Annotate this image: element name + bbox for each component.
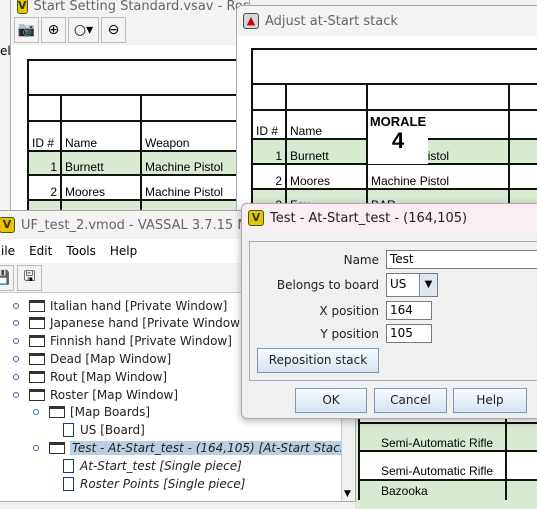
scroll-down-icon[interactable]: ▼ xyxy=(344,489,351,499)
header-id: ID # xyxy=(27,120,62,152)
file-icon xyxy=(63,476,74,491)
tree-item[interactable]: Roster [Map Window] xyxy=(13,386,178,403)
morale-label: MORALE xyxy=(369,114,427,129)
roster-window: V Start Setting Standard.vsav - Roster 📷… xyxy=(10,0,250,224)
name-input[interactable]: Test xyxy=(386,250,537,269)
menu-file[interactable]: ile xyxy=(1,244,15,258)
expand-handle-icon[interactable] xyxy=(13,338,19,345)
table-row: Semi-Automatic Rifle xyxy=(355,422,537,452)
save-as-icon[interactable]: 🖫 xyxy=(17,265,42,291)
tree-item[interactable]: US [Board] xyxy=(63,422,145,439)
tree-item[interactable]: Rout [Map Window] xyxy=(13,368,167,385)
expand-handle-icon[interactable] xyxy=(13,355,19,362)
expand-handle-icon[interactable] xyxy=(13,373,19,380)
behind-table: Semi-Automatic Rifle Semi-Automatic Rifl… xyxy=(355,415,537,509)
at-start-dialog: V Test - At-Start_test - (164,105) Name … xyxy=(241,203,537,419)
vassal-icon: V xyxy=(0,217,15,233)
tree-item[interactable]: [Map Boards] xyxy=(33,404,150,421)
chevron-down-icon[interactable]: ▼ xyxy=(419,274,437,296)
tree-item[interactable]: Finnish hand [Private Window] xyxy=(13,333,232,350)
dialog-title-bar: V Test - At-Start_test - (164,105) xyxy=(242,204,537,232)
reposition-stack-button[interactable]: Reposition stack xyxy=(257,348,379,373)
save-icon[interactable]: 💾 xyxy=(0,265,14,291)
table-row: 1BurnettMachine Pistol xyxy=(27,150,249,176)
folder-icon xyxy=(29,317,45,330)
window-title: Start Setting Standard.vsav - Roster xyxy=(33,0,250,14)
table-row: Bazooka xyxy=(355,479,537,509)
vassal-icon: V xyxy=(17,0,28,14)
tree-item-label: US [Board] xyxy=(80,423,145,438)
tree-item[interactable]: Japanese hand [Private Window] xyxy=(13,315,245,332)
table-row: 2 Moores Machine Pistol xyxy=(27,174,249,201)
y-position-input[interactable]: 105 xyxy=(386,324,432,343)
folder-icon xyxy=(49,441,65,454)
tree-item[interactable]: Roster Points [Single piece] xyxy=(63,475,245,492)
folder-icon xyxy=(29,388,45,401)
folder-icon xyxy=(29,335,45,348)
dialog-title: Test - At-Start_test - (164,105) xyxy=(270,210,468,226)
tree-item[interactable]: Test - At-Start_test - (164,105) [At-Sta… xyxy=(33,439,354,456)
cancel-button[interactable]: Cancel xyxy=(374,388,447,413)
expand-handle-icon[interactable] xyxy=(13,320,19,327)
header-weapon: Weapon xyxy=(140,120,249,152)
y-position-label: Y position xyxy=(320,327,379,341)
tree-item-label: Roster Points [Single piece] xyxy=(80,476,246,491)
tree-item[interactable]: Dead [Map Window] xyxy=(13,350,171,367)
x-position-input[interactable]: 164 xyxy=(386,301,432,320)
tree-item-label: Dead [Map Window] xyxy=(50,351,172,366)
expand-handle-icon[interactable] xyxy=(13,391,19,398)
name-label: Name xyxy=(343,253,379,267)
tree-item-label: Japanese hand [Private Window] xyxy=(50,316,245,331)
tree-item[interactable]: At-Start_test [Single piece] xyxy=(63,457,242,474)
help-button[interactable]: Help xyxy=(453,388,527,413)
adjust-stack-window: ▲ Adjust at-Start stack ID #NameR 1Burne… xyxy=(236,5,537,235)
expand-handle-icon[interactable] xyxy=(33,444,39,451)
stack-icon: ▲ xyxy=(243,13,259,29)
header-r: R xyxy=(508,109,537,140)
folder-icon xyxy=(29,299,45,312)
zoom-in-icon[interactable]: ⊕ xyxy=(41,17,66,43)
window-title: Adjust at-Start stack xyxy=(265,13,398,29)
roster-title-bar: V Start Setting Standard.vsav - Roster xyxy=(11,0,249,15)
expand-handle-icon[interactable] xyxy=(33,409,39,416)
tree-item[interactable]: Italian hand [Private Window] xyxy=(13,297,227,314)
header-name: Name xyxy=(285,109,368,140)
tree-item-label: At-Start_test [Single piece] xyxy=(80,458,242,473)
window-title: UF_test_2.vmod - VASSAL 3.7.15 Mod... xyxy=(21,217,278,233)
board-label: Belongs to board xyxy=(276,278,379,292)
vassal-icon: V xyxy=(248,210,264,226)
board-select[interactable]: US ▼ xyxy=(386,273,438,297)
morale-value: 4 xyxy=(391,128,405,153)
tree-item-label: Rout [Map Window] xyxy=(50,369,168,384)
menu-tools[interactable]: Tools xyxy=(66,244,96,258)
tree-item-label: Test - At-Start_test - (164,105) [At-Sta… xyxy=(70,440,354,455)
file-icon xyxy=(63,458,74,473)
file-icon xyxy=(63,423,74,438)
menu-edit[interactable]: Edit xyxy=(29,244,52,258)
menu-help[interactable]: Help xyxy=(110,244,137,258)
tree-item-label: Roster [Map Window] xyxy=(50,387,179,402)
toolbar: 📷 ⊕ ○▾ ⊖ xyxy=(11,15,249,45)
zoom-menu-icon[interactable]: ○▾ xyxy=(68,17,99,43)
board-value: US xyxy=(390,277,407,291)
adjust-title-bar: ▲ Adjust at-Start stack xyxy=(237,6,537,36)
header-id: ID # xyxy=(251,109,287,140)
header-name: Name xyxy=(60,120,142,152)
ok-button[interactable]: OK xyxy=(295,388,367,413)
expand-handle-icon[interactable] xyxy=(13,302,19,309)
tree-item-label: Italian hand [Private Window] xyxy=(50,298,228,313)
table-row: 2 Moores Machine Pistol xyxy=(251,163,537,190)
tree-item-label: [Map Boards] xyxy=(70,405,151,420)
x-position-label: X position xyxy=(319,304,379,318)
zoom-out-icon[interactable]: ⊖ xyxy=(101,17,126,43)
folder-icon xyxy=(29,370,45,383)
folder-icon xyxy=(29,352,45,365)
folder-icon xyxy=(49,406,65,419)
camera-icon[interactable]: 📷 xyxy=(14,17,39,43)
morale-counter[interactable]: MORALE 4 xyxy=(368,114,428,164)
roster-table: ID # Name Weapon 1 Burnett Machine Pistol 2M… xyxy=(27,59,249,223)
table-row: Semi-Automatic Rifle xyxy=(381,464,494,478)
tree-item-label: Finnish hand [Private Window] xyxy=(50,334,232,349)
